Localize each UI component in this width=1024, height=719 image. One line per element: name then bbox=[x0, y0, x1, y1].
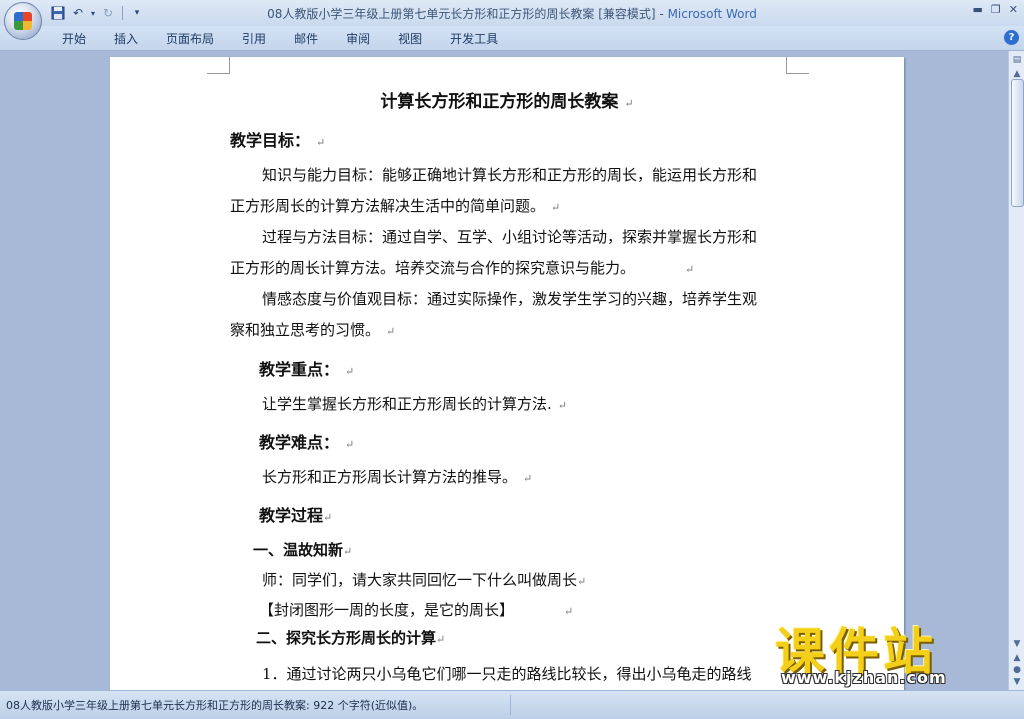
minimize-icon[interactable]: ▬ bbox=[973, 3, 983, 16]
doc-line: 【封闭图形一周的长度，是它的周长】 ↵ bbox=[259, 601, 574, 619]
document-title-text: 计算长方形和正方形的周长教案 bbox=[380, 92, 619, 112]
ribbon-tab-bar: 开始 插入 页面布局 引用 邮件 审阅 视图 开发工具 ? bbox=[0, 26, 1024, 51]
close-icon[interactable]: ✕ bbox=[1009, 3, 1018, 16]
ribbon-tabs: 开始 插入 页面布局 引用 邮件 审阅 视图 开发工具 bbox=[48, 30, 512, 48]
tab-view[interactable]: 视图 bbox=[384, 30, 436, 48]
doc-line: 情感态度与价值观目标：通过实际操作，激发学生学习的兴趣，培养学生观 bbox=[262, 290, 758, 308]
heading-teaching-process: 教学过程↵ bbox=[259, 506, 333, 525]
document-name: 08人教版小学三年级上册第七单元长方形和正方形的周长教案 [兼容模式] bbox=[267, 7, 656, 21]
vertical-scrollbar[interactable]: ▤ ▲ ▼ ▲ ● ▼ bbox=[1008, 51, 1024, 690]
heading-explore: 二、探究长方形周长的计算↵ bbox=[256, 629, 446, 647]
doc-line: 让学生掌握长方形和正方形周长的计算方法. ↵ bbox=[262, 395, 567, 413]
tab-review[interactable]: 审阅 bbox=[332, 30, 384, 48]
document-page[interactable]: 计算长方形和正方形的周长教案 ↵ 教学目标： ↵ 知识与能力目标：能够正确地计算长方… bbox=[110, 57, 904, 690]
doc-line: 过程与方法目标：通过自学、互学、小组讨论等活动，探索并掌握长方形和 bbox=[262, 228, 758, 246]
next-page-icon[interactable]: ▼ bbox=[1010, 675, 1024, 689]
window-title: 08人教版小学三年级上册第七单元长方形和正方形的周长教案 [兼容模式] - Mi… bbox=[0, 5, 1024, 22]
doc-line: 1．通过讨论两只小乌龟它们哪一只走的路线比较长，得出小乌龟走的路线 bbox=[262, 665, 752, 683]
doc-line: 正方形的周长计算方法。培养交流与合作的探究意识与能力。 ↵ bbox=[230, 259, 695, 277]
office-logo-icon bbox=[14, 12, 32, 30]
ruler-toggle-icon[interactable]: ▤ bbox=[1010, 53, 1024, 67]
margin-corner-top-right bbox=[786, 57, 809, 74]
status-bar: 08人教版小学三年级上册第七单元长方形和正方形的周长教案: 922 个字符(近似… bbox=[0, 690, 1024, 719]
office-button[interactable] bbox=[4, 2, 42, 40]
scroll-down-icon[interactable]: ▼ bbox=[1010, 637, 1024, 651]
heading-key-points: 教学重点： ↵ bbox=[259, 360, 355, 379]
doc-line: 师：同学们，请大家共同回忆一下什么叫做周长↵ bbox=[262, 571, 587, 589]
tab-insert[interactable]: 插入 bbox=[100, 30, 152, 48]
title-separator: - bbox=[655, 7, 668, 21]
doc-line: 正方形周长的计算方法解决生活中的简单问题。 ↵ bbox=[230, 197, 561, 215]
doc-line: 察和独立思考的习惯。 ↵ bbox=[230, 321, 396, 339]
doc-line: 长方形和正方形周长计算方法的推导。 ↵ bbox=[262, 468, 533, 486]
document-area: 计算长方形和正方形的周长教案 ↵ 教学目标： ↵ 知识与能力目标：能够正确地计算长方… bbox=[0, 51, 1008, 690]
watermark-url: www.kjzhan.com bbox=[781, 668, 947, 687]
status-separator bbox=[510, 695, 511, 715]
paragraph-mark: ↵ bbox=[624, 97, 634, 110]
window-controls: ▬ ❐ ✕ bbox=[973, 3, 1019, 16]
restore-icon[interactable]: ❐ bbox=[991, 3, 1001, 16]
tab-references[interactable]: 引用 bbox=[228, 30, 280, 48]
tab-home[interactable]: 开始 bbox=[48, 30, 100, 48]
margin-corner-top-left bbox=[207, 57, 230, 74]
scroll-thumb[interactable] bbox=[1011, 79, 1024, 207]
heading-review: 一、温故知新↵ bbox=[253, 541, 353, 559]
title-bar: ↶ ▾ ↻ ▾ 08人教版小学三年级上册第七单元长方形和正方形的周长教案 [兼容… bbox=[0, 0, 1024, 40]
document-title: 计算长方形和正方形的周长教案 ↵ bbox=[110, 87, 904, 112]
tab-page-layout[interactable]: 页面布局 bbox=[152, 30, 228, 48]
doc-line: 知识与能力目标：能够正确地计算长方形和正方形的周长，能运用长方形和 bbox=[262, 166, 758, 184]
tab-mailings[interactable]: 邮件 bbox=[280, 30, 332, 48]
app-name: Microsoft Word bbox=[667, 7, 757, 21]
status-text: 08人教版小学三年级上册第七单元长方形和正方形的周长教案: 922 个字符(近似… bbox=[6, 699, 424, 712]
tab-developer[interactable]: 开发工具 bbox=[436, 30, 512, 48]
watermark-logo: 课件站 www.kjzhan.com bbox=[775, 612, 1010, 692]
help-icon[interactable]: ? bbox=[1004, 30, 1019, 45]
heading-difficult-points: 教学难点： ↵ bbox=[259, 433, 355, 452]
heading-teaching-goals: 教学目标： ↵ bbox=[230, 131, 326, 150]
